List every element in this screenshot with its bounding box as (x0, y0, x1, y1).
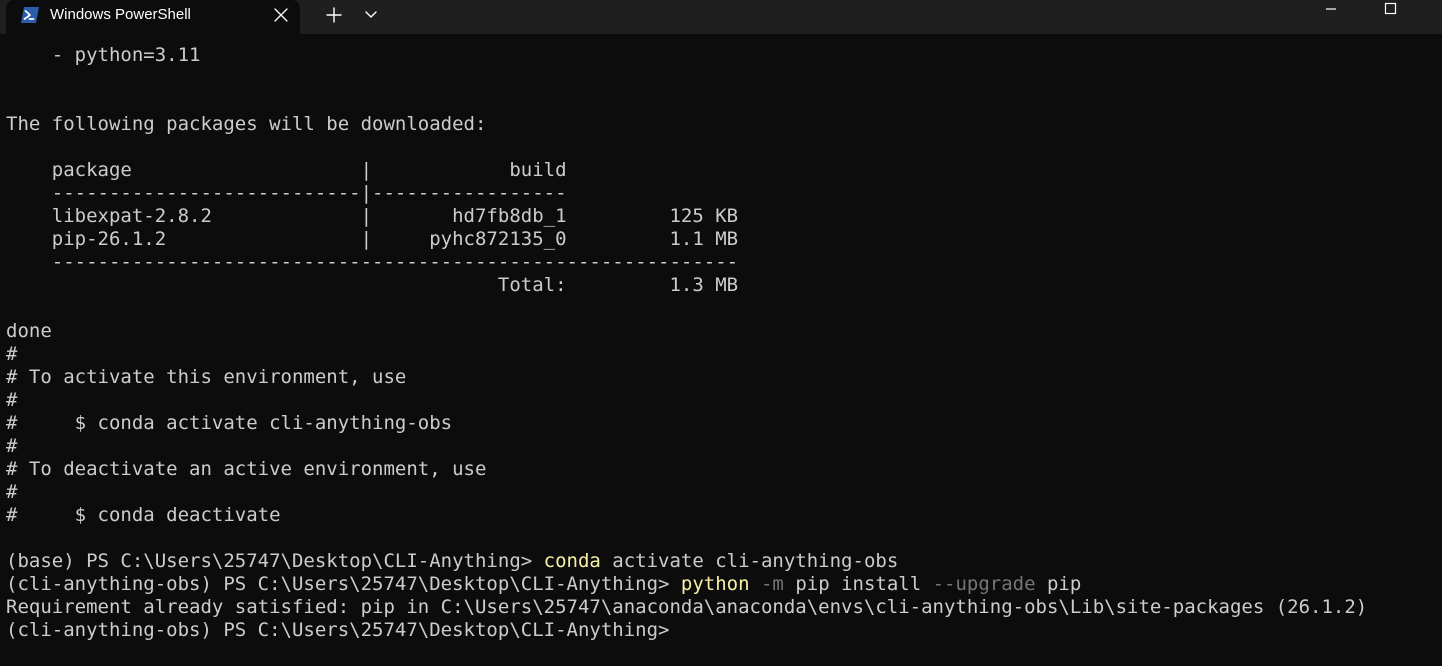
prompt-text: (cli-anything-obs) PS C:\Users\25747\Des… (6, 573, 681, 595)
terminal-line: # $ conda activate cli-anything-obs (6, 412, 453, 434)
terminal-line: # To activate this environment, use (6, 366, 407, 388)
terminal-output[interactable]: - python=3.11 The following packages wil… (6, 44, 1442, 658)
command-name: conda (543, 550, 601, 572)
tab-bar: Windows PowerShell (0, 0, 1442, 34)
minimize-icon[interactable] (1316, 0, 1346, 20)
terminal-line: # $ conda deactivate (6, 504, 281, 526)
terminal-line: ---------------------------|------------… (6, 182, 567, 204)
terminal-line: # (6, 435, 18, 457)
terminal-line: ----------------------------------------… (6, 251, 739, 273)
chevron-down-icon[interactable] (358, 2, 384, 28)
command-args: pip install (783, 573, 922, 595)
terminal-line: # (6, 481, 18, 503)
command-name: python (680, 573, 750, 595)
plus-icon[interactable] (320, 2, 348, 28)
powershell-window: Windows PowerShell - python=3.11 The fol… (0, 0, 1442, 666)
tab-windows-powershell[interactable]: Windows PowerShell (6, 0, 300, 34)
terminal-line: libexpat-2.8.2 | hd7fb8db_1 125 KB (6, 205, 739, 227)
tab-title: Windows PowerShell (50, 6, 191, 23)
terminal-line: The following packages will be downloade… (6, 113, 487, 135)
close-icon[interactable] (270, 4, 292, 26)
terminal-line: done (6, 320, 52, 342)
command-args: activate cli-anything-obs (600, 550, 899, 572)
terminal-line: Total: 1.3 MB (6, 274, 739, 296)
command-flag: -m (749, 573, 784, 595)
current-prompt[interactable]: (cli-anything-obs) PS C:\Users\25747\Des… (6, 619, 669, 642)
prompt-line-env: (cli-anything-obs) PS C:\Users\25747\Des… (6, 573, 1081, 596)
terminal-line: # (6, 343, 18, 365)
terminal-line: - python=3.11 (6, 44, 201, 66)
terminal-line: Requirement already satisfied: pip in C:… (6, 596, 1368, 618)
command-args: pip (1035, 573, 1082, 595)
prompt-line-base: (base) PS C:\Users\25747\Desktop\CLI-Any… (6, 550, 898, 573)
terminal-line: # To deactivate an active environment, u… (6, 458, 487, 480)
terminal-line: package | build (6, 159, 567, 181)
powershell-icon (20, 5, 40, 25)
terminal-line: # (6, 389, 18, 411)
prompt-text: (base) PS C:\Users\25747\Desktop\CLI-Any… (6, 550, 544, 572)
terminal-line: pip-26.1.2 | pyhc872135_0 1.1 MB (6, 228, 739, 250)
maximize-icon[interactable] (1376, 0, 1406, 20)
command-flag: --upgrade (921, 573, 1036, 595)
